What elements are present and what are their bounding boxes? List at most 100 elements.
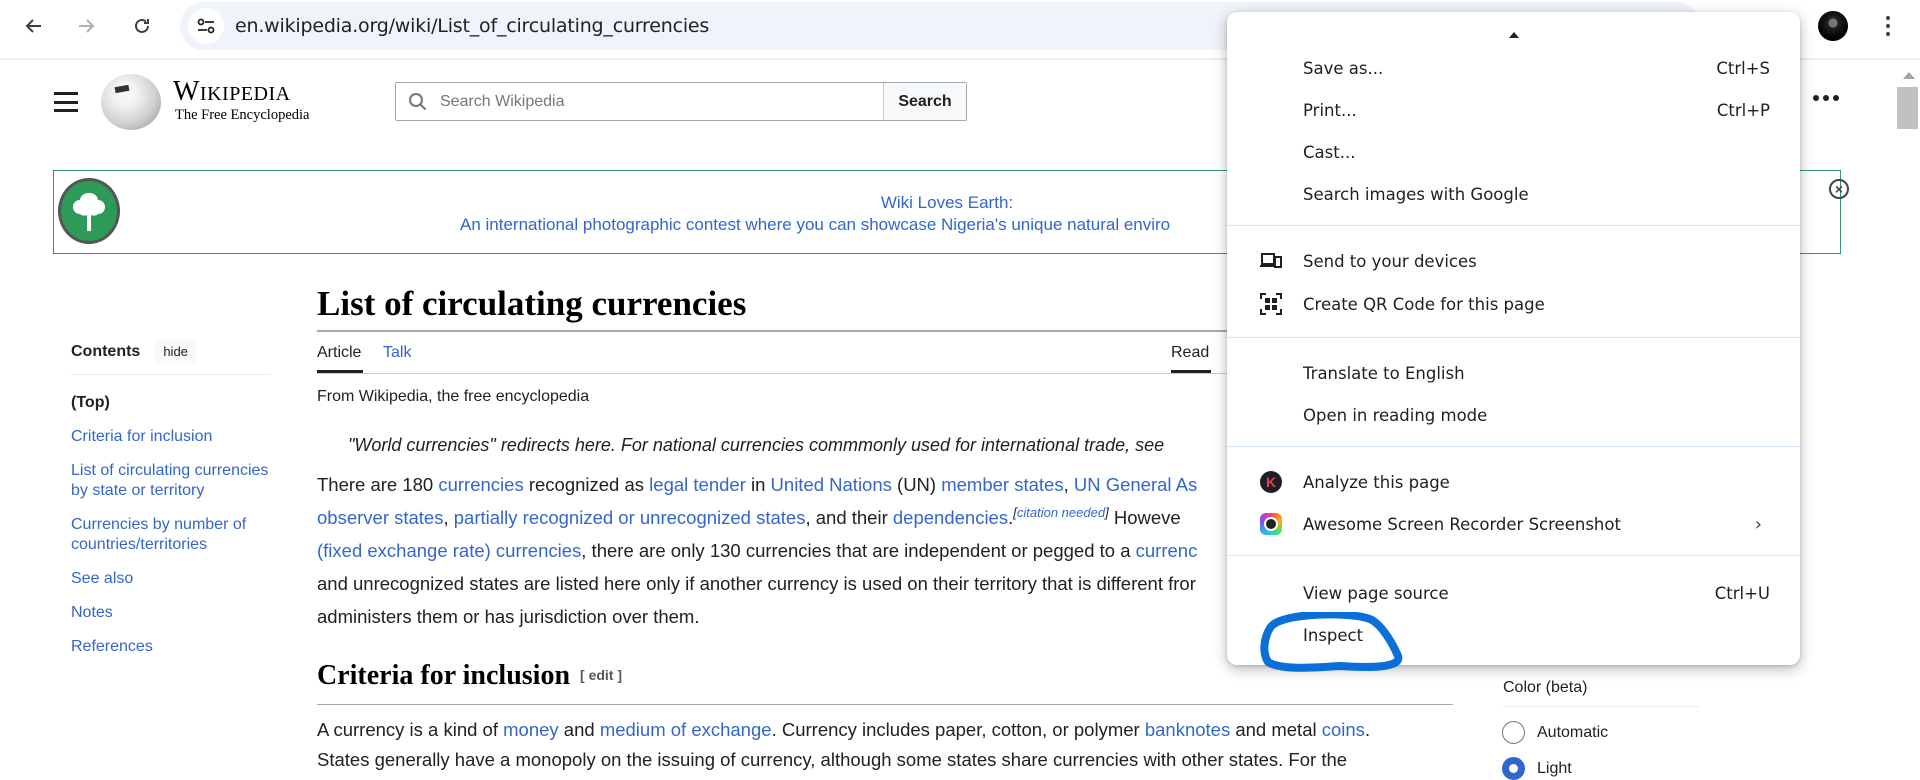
profile-avatar[interactable] bbox=[1818, 11, 1848, 41]
toc-item-top[interactable]: (Top) bbox=[71, 393, 271, 413]
menu-item-shortcut: Ctrl+P bbox=[1716, 100, 1770, 120]
tab-talk[interactable]: Talk bbox=[383, 344, 411, 362]
menu-item-send-to-devices[interactable]: Send to your devices bbox=[1227, 243, 1800, 279]
link-member-states[interactable]: member states bbox=[941, 474, 1063, 495]
site-subtitle: From Wikipedia, the free encyclopedia bbox=[317, 388, 590, 405]
toc-hide-button[interactable]: hide bbox=[155, 340, 196, 363]
menu-item-inspect[interactable]: Inspect bbox=[1227, 617, 1800, 653]
link-coins[interactable]: coins bbox=[1322, 719, 1365, 740]
menu-item-label: Open in reading mode bbox=[1303, 405, 1488, 425]
back-button[interactable] bbox=[18, 10, 50, 42]
text: (UN) bbox=[891, 474, 942, 495]
qr-code-icon bbox=[1260, 293, 1282, 315]
wikipedia-logo[interactable] bbox=[101, 74, 161, 130]
toc-item-criteria[interactable]: Criteria for inclusion bbox=[71, 427, 271, 447]
chevron-right-icon: › bbox=[1754, 513, 1762, 535]
url-text[interactable]: en.wikipedia.org/wiki/List_of_circulatin… bbox=[235, 15, 709, 37]
tab-article[interactable]: Article bbox=[317, 344, 361, 362]
menu-item-screen-recorder[interactable]: Awesome Screen Recorder Screenshot › bbox=[1227, 506, 1800, 542]
text: , there are only 130 currencies that are… bbox=[581, 540, 1136, 561]
text: Howeve bbox=[1108, 507, 1181, 528]
browser-menu-button[interactable] bbox=[1878, 10, 1898, 42]
menu-item-label: Search images with Google bbox=[1303, 184, 1529, 204]
link-money[interactable]: money bbox=[503, 719, 559, 740]
toc-item-by-number[interactable]: Currencies by number of countries/territ… bbox=[71, 515, 271, 555]
more-options-icon[interactable] bbox=[1813, 95, 1839, 101]
menu-item-label: Cast... bbox=[1303, 142, 1356, 162]
menu-item-save-as[interactable]: Save as... Ctrl+S bbox=[1227, 50, 1800, 86]
scroll-up-arrow-icon[interactable] bbox=[1903, 72, 1915, 79]
k-extension-icon: K bbox=[1260, 471, 1282, 493]
main-menu-icon[interactable] bbox=[54, 92, 78, 112]
menu-scroll-up-icon[interactable] bbox=[1509, 32, 1519, 38]
menu-item-cast[interactable]: Cast... bbox=[1227, 134, 1800, 170]
scroll-thumb[interactable] bbox=[1897, 87, 1918, 129]
menu-item-analyze-page[interactable]: K Analyze this page bbox=[1227, 464, 1800, 500]
menu-item-print[interactable]: Print... Ctrl+P bbox=[1227, 92, 1800, 128]
wikipedia-wordmark[interactable]: Wikipedia bbox=[173, 76, 291, 108]
menu-item-label: Create QR Code for this page bbox=[1303, 294, 1545, 314]
menu-separator bbox=[1227, 225, 1800, 226]
menu-item-reading-mode[interactable]: Open in reading mode bbox=[1227, 397, 1800, 433]
menu-item-search-images[interactable]: Search images with Google bbox=[1227, 176, 1800, 212]
search-form: Search bbox=[395, 82, 967, 121]
menu-item-label: Send to your devices bbox=[1303, 251, 1477, 271]
menu-item-view-source[interactable]: View page source Ctrl+U bbox=[1227, 575, 1800, 611]
text: and bbox=[558, 719, 600, 740]
tabs-divider bbox=[317, 373, 1232, 374]
text: , and their bbox=[805, 507, 893, 528]
banner-description-link[interactable]: An international photographic contest wh… bbox=[460, 215, 1170, 235]
citation-needed-link[interactable]: citation needed bbox=[1017, 505, 1105, 520]
link-legal-tender[interactable]: legal tender bbox=[649, 474, 746, 495]
hatnote: "World currencies" redirects here. For n… bbox=[348, 435, 1165, 455]
forward-button[interactable] bbox=[70, 10, 102, 42]
link-partially-recognized[interactable]: partially recognized or unrecognized sta… bbox=[454, 507, 806, 528]
close-icon[interactable]: × bbox=[1829, 179, 1849, 199]
color-setting-label: Color (beta) bbox=[1503, 679, 1588, 696]
menu-separator bbox=[1227, 555, 1800, 556]
arrow-left-icon bbox=[25, 19, 41, 33]
page-scrollbar[interactable] bbox=[1897, 62, 1920, 777]
menu-separator bbox=[1227, 446, 1800, 447]
menu-item-shortcut: Ctrl+S bbox=[1716, 58, 1770, 78]
menu-item-label: Print... bbox=[1303, 100, 1357, 120]
menu-separator bbox=[1227, 337, 1800, 338]
reload-icon bbox=[135, 18, 149, 33]
text: A currency is a kind of bbox=[317, 719, 504, 740]
link-dependencies[interactable]: dependencies bbox=[893, 507, 1008, 528]
toc-item-list-by-state[interactable]: List of circulating currencies by state … bbox=[71, 461, 271, 501]
color-option-automatic[interactable]: Automatic bbox=[1502, 721, 1608, 744]
menu-item-translate[interactable]: Translate to English bbox=[1227, 355, 1800, 391]
tab-read[interactable]: Read bbox=[1171, 344, 1209, 362]
table-of-contents: Contents hide (Top) Criteria for inclusi… bbox=[71, 340, 271, 671]
text: . bbox=[1364, 719, 1371, 740]
edit-section-link[interactable]: [ edit ] bbox=[580, 667, 622, 683]
screen-recorder-icon bbox=[1260, 513, 1282, 535]
toc-item-see-also[interactable]: See also bbox=[71, 569, 271, 589]
toc-item-notes[interactable]: Notes bbox=[71, 603, 271, 623]
text: , bbox=[443, 507, 454, 528]
link-banknotes[interactable]: banknotes bbox=[1145, 719, 1230, 740]
text: , bbox=[1063, 474, 1074, 495]
text: . Currency includes paper, cotton, or po… bbox=[771, 719, 1145, 740]
link-united-nations[interactable]: United Nations bbox=[771, 474, 892, 495]
site-info-button[interactable] bbox=[188, 8, 224, 44]
link-currency[interactable]: currenc bbox=[1136, 540, 1198, 561]
link-currencies[interactable]: currencies bbox=[438, 474, 523, 495]
link-observer-states[interactable]: observer states bbox=[317, 507, 443, 528]
text: and metal bbox=[1230, 719, 1322, 740]
radio-automatic[interactable] bbox=[1502, 721, 1525, 744]
link-fixed-exchange-rate[interactable]: (fixed exchange rate) currencies bbox=[317, 540, 581, 561]
arrow-right-icon bbox=[79, 19, 95, 33]
link-un-general-assembly[interactable]: UN General As bbox=[1074, 474, 1197, 495]
menu-item-create-qr[interactable]: Create QR Code for this page bbox=[1227, 286, 1800, 322]
menu-item-shortcut: Ctrl+U bbox=[1714, 583, 1770, 603]
menu-item-label: Inspect bbox=[1303, 625, 1364, 645]
search-input[interactable] bbox=[396, 83, 883, 120]
link-medium-of-exchange[interactable]: medium of exchange bbox=[600, 719, 772, 740]
section-heading-criteria: Criteria for inclusion [ edit ] bbox=[317, 660, 622, 692]
toc-item-references[interactable]: References bbox=[71, 637, 271, 657]
search-button[interactable]: Search bbox=[883, 83, 966, 120]
section-heading-text: Criteria for inclusion bbox=[317, 660, 571, 691]
reload-button[interactable] bbox=[126, 10, 158, 42]
